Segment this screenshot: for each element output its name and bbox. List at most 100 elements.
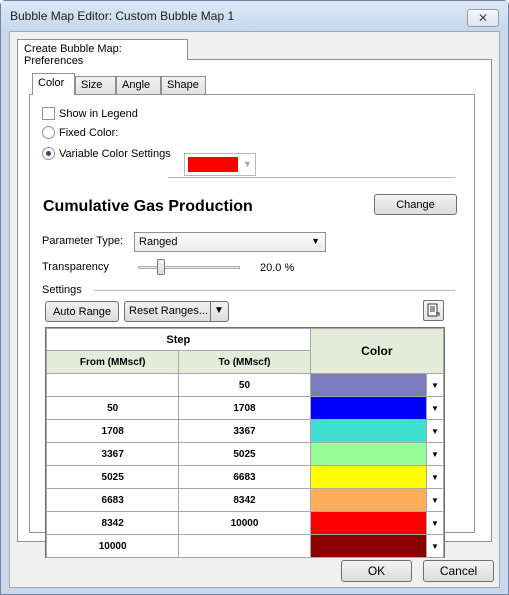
color-swatch — [310, 466, 426, 488]
variable-color-settings-label: Variable Color Settings — [59, 147, 171, 160]
to-cell[interactable]: 3367 — [178, 419, 311, 443]
from-cell[interactable]: 6683 — [45, 488, 180, 512]
chevron-down-icon[interactable]: ▼ — [426, 489, 443, 511]
variable-color-settings-radio[interactable]: Variable Color Settings — [42, 147, 171, 160]
table-header-row: Step Color — [46, 328, 445, 374]
transparency-label: Transparency — [42, 261, 109, 273]
color-swatch — [310, 535, 426, 557]
export-settings-icon[interactable] — [423, 300, 444, 321]
from-cell[interactable]: 1708 — [45, 419, 180, 443]
chevron-down-icon[interactable]: ▼ — [426, 512, 443, 534]
tab-angle-label: Angle — [122, 79, 151, 91]
color-swatch — [310, 512, 426, 534]
fixed-color-swatch — [188, 157, 238, 172]
color-cell[interactable]: ▼ — [309, 465, 445, 489]
color-header: Color — [309, 328, 445, 374]
cancel-button[interactable]: Cancel — [423, 560, 494, 582]
settings-label: Settings — [42, 284, 82, 296]
tab-size-label: Size — [81, 79, 103, 91]
color-cell[interactable]: ▼ — [309, 396, 445, 420]
chevron-down-icon: ▼ — [214, 305, 224, 316]
chevron-down-icon: ▼ — [243, 159, 252, 169]
parameter-title: Cumulative Gas Production — [43, 198, 253, 215]
color-swatch — [310, 374, 426, 396]
tab-angle[interactable]: Angle — [116, 76, 161, 94]
title-bar: Bubble Map Editor: Custom Bubble Map 1 ✕ — [1, 1, 508, 31]
color-swatch — [310, 397, 426, 419]
color-cell[interactable]: ▼ — [309, 511, 445, 535]
table-row: 50 ▼ — [45, 373, 445, 397]
chevron-down-icon: ▼ — [311, 236, 320, 246]
ok-button[interactable]: OK — [341, 560, 412, 582]
chevron-down-icon[interactable]: ▼ — [426, 443, 443, 465]
chevron-down-icon[interactable]: ▼ — [426, 420, 443, 442]
to-cell[interactable]: 5025 — [178, 442, 311, 466]
window-title: Bubble Map Editor: Custom Bubble Map 1 — [10, 9, 235, 23]
fixed-color-label: Fixed Color: — [59, 126, 119, 139]
transparency-slider-thumb[interactable] — [157, 259, 165, 275]
parameter-type-select[interactable]: Ranged ▼ — [134, 232, 326, 252]
table-row: 8342 10000 ▼ — [45, 511, 445, 535]
to-cell[interactable] — [178, 534, 311, 558]
tab-shape[interactable]: Shape — [161, 76, 206, 94]
cancel-button-label: Cancel — [439, 564, 478, 578]
transparency-slider-track[interactable] — [138, 266, 240, 269]
from-cell[interactable]: 10000 — [45, 534, 180, 558]
from-cell[interactable]: 5025 — [45, 465, 180, 489]
from-cell[interactable]: 3367 — [45, 442, 180, 466]
step-header: Step — [46, 328, 311, 351]
show-in-legend-checkbox[interactable]: Show in Legend — [42, 107, 138, 120]
tab-size[interactable]: Size — [75, 76, 116, 94]
tab-create-bubble-map-preferences[interactable]: Create Bubble Map: Preferences — [17, 39, 188, 67]
chevron-down-icon[interactable]: ▼ — [426, 535, 443, 557]
checkbox-box — [42, 107, 55, 120]
radio-circle-selected — [42, 147, 55, 160]
chevron-down-icon[interactable]: ▼ — [426, 397, 443, 419]
ok-button-label: OK — [367, 564, 386, 578]
from-cell[interactable]: 50 — [45, 396, 180, 420]
to-cell[interactable]: 10000 — [178, 511, 311, 535]
from-cell[interactable] — [45, 373, 180, 397]
parameter-type-value: Ranged — [139, 236, 178, 248]
auto-range-button[interactable]: Auto Range — [45, 301, 119, 322]
table-row: 6683 8342 ▼ — [45, 488, 445, 512]
reset-ranges-label: Reset Ranges... — [129, 305, 208, 317]
auto-range-label: Auto Range — [52, 305, 112, 318]
document-export-icon — [427, 303, 440, 317]
chevron-down-icon[interactable]: ▼ — [426, 466, 443, 488]
color-swatch — [310, 420, 426, 442]
color-cell[interactable]: ▼ — [309, 419, 445, 443]
change-button-label: Change — [396, 198, 435, 211]
preferences-panel: Color Size Angle Shape Show in Legend Fi… — [17, 59, 492, 558]
to-cell[interactable]: 8342 — [178, 488, 311, 512]
close-icon: ✕ — [477, 11, 489, 25]
color-cell[interactable]: ▼ — [309, 442, 445, 466]
to-cell[interactable]: 1708 — [178, 396, 311, 420]
to-header: To (MMscf) — [178, 350, 311, 374]
table-row: 1708 3367 ▼ — [45, 419, 445, 443]
from-cell[interactable]: 8342 — [45, 511, 180, 535]
radio-circle — [42, 126, 55, 139]
color-cell[interactable]: ▼ — [309, 488, 445, 512]
close-button[interactable]: ✕ — [467, 9, 499, 27]
table-row: 10000 ▼ — [45, 534, 445, 558]
color-swatch — [310, 489, 426, 511]
dialog-client-area: Create Bubble Map: Preferences Color Siz… — [9, 31, 500, 588]
change-button[interactable]: Change — [374, 194, 457, 215]
fixed-color-picker[interactable]: ▼ — [184, 153, 256, 176]
transparency-value: 20.0 % — [260, 262, 295, 274]
reset-ranges-button[interactable]: Reset Ranges... ▼ — [124, 301, 229, 322]
from-header: From (MMscf) — [45, 350, 180, 374]
to-cell[interactable]: 50 — [178, 373, 311, 397]
divider — [94, 290, 455, 291]
color-swatch — [310, 443, 426, 465]
to-cell[interactable]: 6683 — [178, 465, 311, 489]
color-cell[interactable]: ▼ — [309, 534, 445, 558]
chevron-down-icon[interactable]: ▼ — [426, 374, 443, 396]
color-range-table: Step Color From (MMscf) To (MMscf) 50 ▼ 50… — [45, 327, 445, 558]
fixed-color-radio[interactable]: Fixed Color: — [42, 126, 118, 139]
tab-color[interactable]: Color — [32, 73, 75, 95]
color-tab-panel: Show in Legend Fixed Color: ▼ Variable C… — [29, 94, 475, 558]
color-cell[interactable]: ▼ — [309, 373, 445, 397]
bubble-map-editor-window: Bubble Map Editor: Custom Bubble Map 1 ✕… — [0, 0, 509, 595]
